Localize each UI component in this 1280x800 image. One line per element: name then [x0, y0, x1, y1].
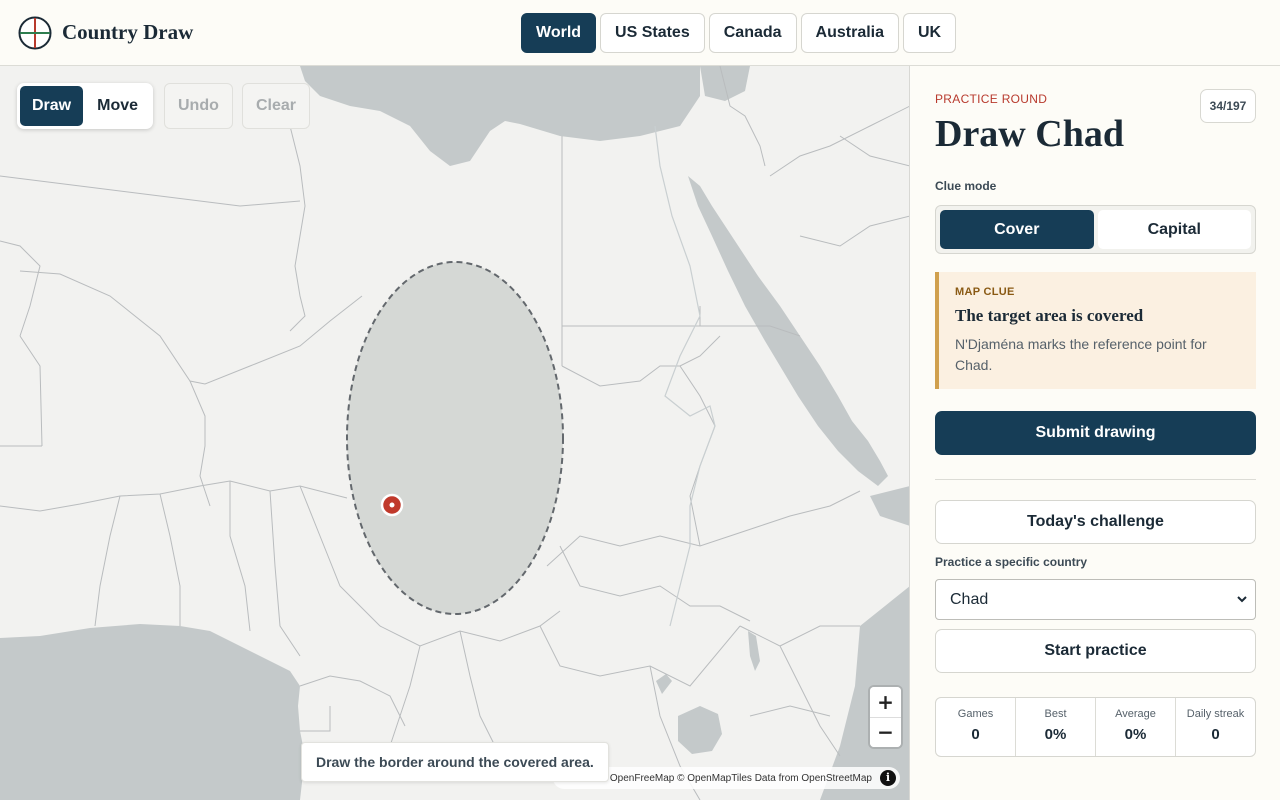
flag-globe-icon [18, 16, 52, 50]
clue-mode-cover-button[interactable]: Cover [940, 210, 1094, 249]
tab-world[interactable]: World [521, 13, 597, 53]
clue-text: N'Djaména marks the reference point for … [955, 336, 1207, 373]
stats-panel: Games 0 Best 0% Average 0% Daily streak … [935, 697, 1256, 757]
app-header: Country Draw World US States Canada Aust… [0, 0, 1280, 66]
capital-marker [380, 493, 404, 517]
water-med-east [700, 66, 750, 101]
stat-daily-streak: Daily streak 0 [1186, 708, 1245, 743]
zoom-out-button[interactable]: − [870, 717, 901, 747]
water-red-sea [688, 176, 888, 486]
water-lake-turkana [748, 631, 760, 671]
draw-mode-toggle: Draw Move [17, 83, 154, 129]
water-lake-victoria [678, 706, 722, 754]
progress-counter: 34/197 [1200, 89, 1256, 123]
practice-country-label: Practice a specific country [935, 555, 1088, 569]
stat-games: Games 0 [936, 698, 1016, 756]
country-select-value: Chad [950, 590, 989, 608]
clue-mode-label: Clue mode [935, 179, 997, 193]
tab-us-states[interactable]: US States [600, 13, 705, 53]
todays-challenge-button[interactable]: Today's challenge [935, 500, 1256, 544]
zoom-in-button[interactable]: + [870, 687, 901, 718]
map-canvas[interactable]: Draw Move Undo Clear + − OpenFreeMap © O… [0, 66, 910, 800]
water-lake-albert [656, 674, 672, 694]
attribution-text: OpenFreeMap © OpenMapTiles Data from Ope… [609, 772, 872, 784]
draw-hint: Draw the border around the covered area. [301, 742, 609, 782]
covered-target-area [346, 261, 564, 615]
water-gulf-aden [870, 486, 909, 526]
clue-title: The target area is covered [955, 306, 1144, 325]
round-label: PRACTICE ROUND [935, 92, 1048, 106]
region-nav: World US States Canada Australia UK [521, 13, 957, 53]
tab-canada[interactable]: Canada [708, 13, 797, 53]
clue-mode-toggle: Cover Capital [935, 205, 1256, 254]
submit-drawing-button[interactable]: Submit drawing [935, 411, 1256, 455]
country-select[interactable]: Chad [935, 579, 1256, 620]
app-brand: Country Draw [62, 20, 194, 44]
stat-best: Best 0% [1016, 698, 1096, 756]
info-icon[interactable]: i [880, 770, 896, 786]
tab-australia[interactable]: Australia [800, 13, 899, 53]
clue-eyebrow: MAP CLUE [955, 286, 1015, 298]
tab-uk[interactable]: UK [903, 13, 957, 53]
game-sidebar: PRACTICE ROUND 34/197 Draw Chad Clue mod… [911, 66, 1280, 800]
map-base-layer [0, 66, 909, 800]
divider [935, 479, 1256, 480]
map-clue-panel: MAP CLUE The target area is covered N'Dj… [935, 272, 1256, 389]
stat-average: Average 0% [1096, 698, 1176, 756]
water-atlantic [0, 624, 305, 800]
clear-button[interactable]: Clear [242, 83, 311, 129]
zoom-control: + − [870, 687, 901, 747]
move-tool-button[interactable]: Move [85, 86, 151, 126]
chevron-down-icon [1237, 596, 1247, 603]
water-mediterranean [300, 66, 700, 166]
undo-button[interactable]: Undo [164, 83, 233, 129]
start-practice-button[interactable]: Start practice [935, 629, 1256, 673]
page-title: Draw Chad [935, 113, 1124, 155]
draw-tool-button[interactable]: Draw [20, 86, 84, 126]
clue-mode-capital-button[interactable]: Capital [1097, 210, 1251, 249]
